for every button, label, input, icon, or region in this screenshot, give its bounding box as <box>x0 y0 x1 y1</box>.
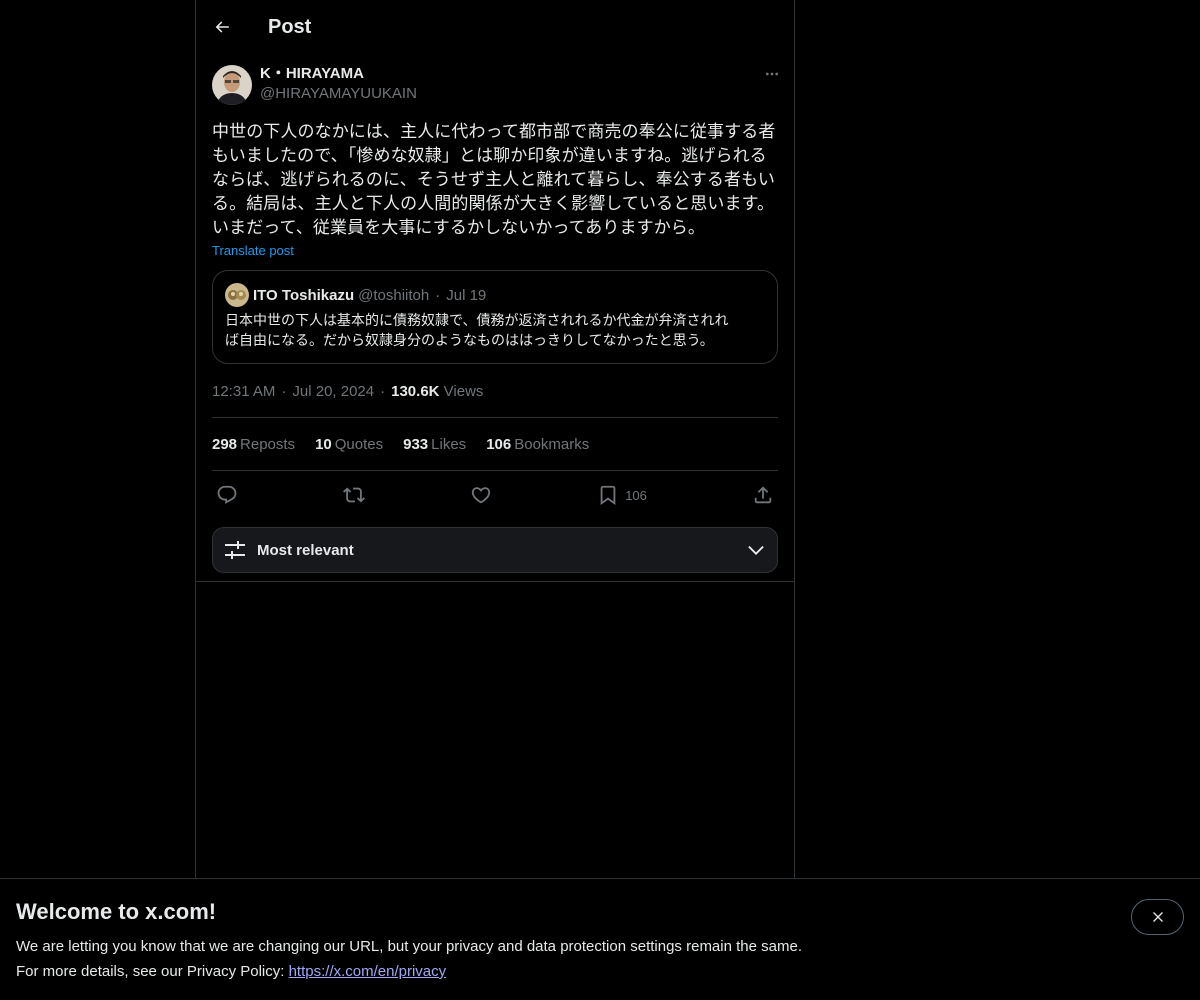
page-title: Post <box>268 15 312 38</box>
banner-message: We are letting you know that we are chan… <box>16 938 802 955</box>
quote-text: 日本中世の下人は基本的に債務奴隷で、債務が返済されれるか代金が弁済されれ ば自由… <box>225 313 729 349</box>
likes-count: 933 <box>403 435 429 453</box>
welcome-banner: Welcome to x.com! We are letting you kno… <box>0 878 1200 1000</box>
arrow-left-icon <box>215 21 229 33</box>
action-bar: 106 <box>212 471 778 519</box>
reply-sort-dropdown[interactable]: Most relevant <box>212 527 778 573</box>
banner-privacy-line: For more details, see our Privacy Policy… <box>16 959 1184 984</box>
bookmark-icon <box>600 485 616 506</box>
main-column: Post K・HIRAYAMA @HIRAYAMAYUUKAIN 中世の下人のな… <box>195 0 795 879</box>
quotes-label: Quotes <box>334 435 384 453</box>
quotes-count: 10 <box>315 435 332 453</box>
reply-icon <box>217 485 237 504</box>
share-icon <box>754 486 772 504</box>
post-meta: 12:31 AM · Jul 20, 2024 · 130.6K Views <box>212 382 778 418</box>
quotes-stat[interactable]: 10 Quotes <box>315 436 383 453</box>
repost-button[interactable] <box>343 484 366 506</box>
bookmark-button[interactable]: 106 <box>597 484 647 506</box>
author-row: K・HIRAYAMA @HIRAYAMAYUUKAIN <box>212 64 778 108</box>
sliders-icon <box>225 541 245 559</box>
likes-label: Likes <box>431 435 467 453</box>
post-text: 中世の下人のなかには、主人に代わって都市部で商売の奉公に従事する者 もいましたの… <box>212 122 776 238</box>
chevron-down-icon <box>748 545 764 555</box>
bookmarks-count: 106 <box>486 435 512 453</box>
reply-button[interactable] <box>216 484 238 506</box>
post: K・HIRAYAMA @HIRAYAMAYUUKAIN 中世の下人のなかには、主… <box>196 64 794 573</box>
back-button[interactable] <box>212 17 232 37</box>
separator-dot: · <box>435 286 441 304</box>
post-time[interactable]: 12:31 AM <box>212 383 275 400</box>
separator-dot: · <box>281 383 287 400</box>
quoted-post[interactable]: ITO Toshikazu @toshiitoh · Jul 19 日本中世の下… <box>212 270 778 364</box>
separator-dot: · <box>380 383 386 400</box>
author-info: K・HIRAYAMA @HIRAYAMAYUUKAIN <box>260 64 760 104</box>
translate-post-link[interactable]: Translate post <box>212 243 294 258</box>
avatar[interactable] <box>212 65 252 105</box>
page-header: Post <box>196 0 794 54</box>
views-count: 130.6K <box>391 383 440 400</box>
reposts-label: Reposts <box>240 435 296 453</box>
likes-stat[interactable]: 933 Likes <box>403 436 466 453</box>
close-banner-button[interactable] <box>1131 899 1184 935</box>
share-button[interactable] <box>752 484 774 506</box>
bookmark-count: 106 <box>625 487 647 503</box>
quote-header: ITO Toshikazu @toshiitoh · Jul 19 <box>225 283 765 307</box>
more-icon <box>766 72 778 76</box>
like-button[interactable] <box>470 484 492 506</box>
reposts-count: 298 <box>212 435 238 453</box>
repost-icon <box>343 487 366 503</box>
more-options-button[interactable] <box>760 64 784 84</box>
banner-title: Welcome to x.com! <box>16 899 217 924</box>
reposts-stat[interactable]: 298 Reposts <box>212 436 295 453</box>
quote-date: Jul 19 <box>446 286 487 304</box>
bookmarks-label: Bookmarks <box>514 435 590 453</box>
author-handle[interactable]: @HIRAYAMAYUUKAIN <box>260 84 760 104</box>
quote-avatar <box>225 283 249 307</box>
sort-label: Most relevant <box>257 541 354 559</box>
quote-author-name: ITO Toshikazu <box>253 286 355 304</box>
close-icon <box>1152 912 1163 922</box>
heart-icon <box>471 487 491 504</box>
bookmarks-stat[interactable]: 106 Bookmarks <box>486 436 589 453</box>
banner-privacy-prefix: For more details, see our Privacy Policy… <box>16 963 289 980</box>
divider <box>196 581 794 582</box>
post-date[interactable]: Jul 20, 2024 <box>292 383 374 400</box>
author-name[interactable]: K・HIRAYAMA <box>260 64 760 84</box>
views-label: Views <box>443 383 484 400</box>
quote-author-handle: @toshiitoh <box>358 286 430 304</box>
privacy-policy-link[interactable]: https://x.com/en/privacy <box>289 963 447 980</box>
engagement-stats: 298 Reposts 10 Quotes 933 Likes 106 Bookmark… <box>212 418 778 471</box>
